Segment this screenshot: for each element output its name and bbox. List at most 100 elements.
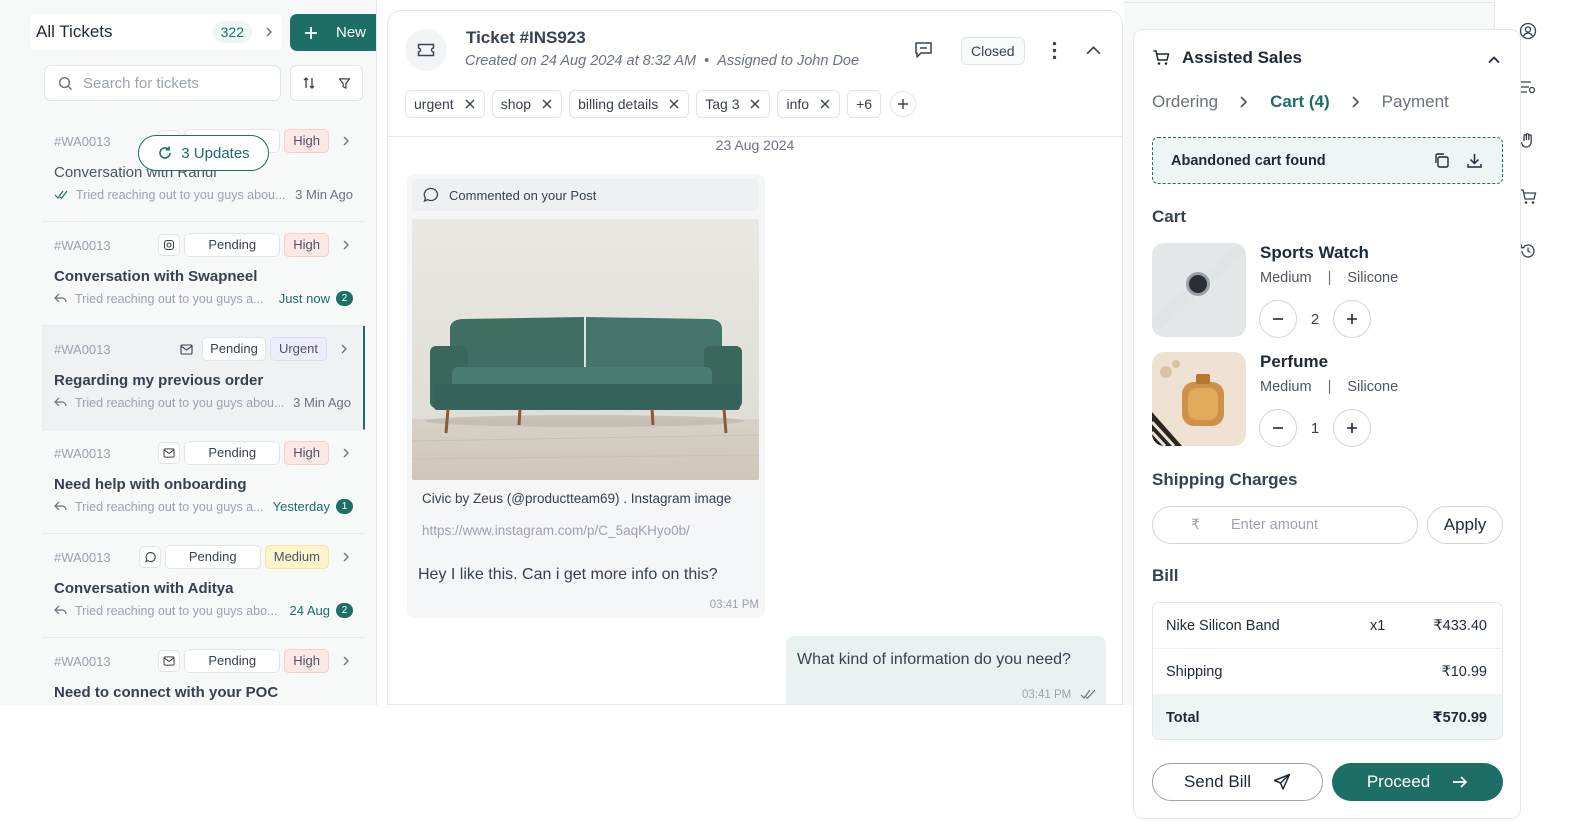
decrement-button[interactable]	[1259, 300, 1297, 338]
copy-icon[interactable]	[1433, 152, 1450, 169]
cart-icon[interactable]	[1519, 188, 1537, 206]
post-image[interactable]	[412, 219, 759, 480]
ticket-time: 24 Aug	[289, 603, 331, 618]
ticket-item[interactable]: #WA0013 Pending High Conversation with S…	[42, 222, 365, 326]
close-icon[interactable]	[464, 98, 476, 110]
priority-chip: High	[284, 649, 329, 673]
step-payment[interactable]: Payment	[1382, 92, 1449, 112]
history-icon[interactable]	[1519, 242, 1537, 260]
proceed-button[interactable]: Proceed	[1332, 763, 1503, 801]
minus-icon	[1273, 318, 1283, 320]
apply-button[interactable]: Apply	[1427, 506, 1503, 544]
ticket-id: #WA0013	[54, 445, 111, 461]
priority-chip: Medium	[264, 545, 329, 569]
status-dropdown[interactable]: Closed	[961, 37, 1025, 65]
outgoing-message: What kind of information do you need? 03…	[786, 636, 1106, 704]
updates-pill[interactable]: 3 Updates	[138, 135, 269, 171]
shipping-charges-label: Shipping Charges	[1152, 470, 1298, 489]
unread-badge: 2	[336, 291, 353, 306]
chevron-right-icon[interactable]	[337, 342, 351, 356]
step-cart[interactable]: Cart (4)	[1270, 92, 1330, 112]
tag-chip[interactable]: info	[777, 90, 841, 118]
ticket-item[interactable]: #WA0013 Pending High Need to connect wit…	[42, 638, 365, 705]
minus-icon	[1273, 427, 1283, 429]
close-icon[interactable]	[749, 98, 761, 110]
mail-icon	[158, 650, 181, 672]
double-check-icon	[54, 190, 68, 199]
tag-label: Tag 3	[705, 96, 740, 112]
app-root: All Tickets 322 New 3 Updates #WA0013	[0, 0, 1572, 821]
mail-icon	[158, 442, 181, 464]
ticket-icon	[405, 29, 447, 71]
post-caption: Civic by Zeus (@productteam69) . Instagr…	[422, 491, 732, 506]
close-icon[interactable]	[819, 98, 831, 110]
checkout-steps: Ordering Cart (4) Payment	[1152, 92, 1449, 112]
item-name: Sports Watch	[1260, 243, 1369, 262]
chevron-right-icon[interactable]	[339, 550, 353, 564]
new-ticket-button[interactable]: New	[290, 14, 376, 51]
ticket-time: Yesterday	[272, 499, 330, 514]
chevron-up-icon[interactable]	[1085, 42, 1102, 59]
send-bill-button[interactable]: Send Bill	[1152, 763, 1323, 801]
search-icon	[58, 76, 73, 90]
sort-button[interactable]	[290, 65, 327, 101]
download-icon[interactable]	[1466, 152, 1483, 169]
chevron-right-icon[interactable]	[339, 134, 353, 148]
chevron-right-icon[interactable]	[339, 446, 353, 460]
step-ordering[interactable]: Ordering	[1152, 92, 1218, 112]
updates-label: 3 Updates	[181, 144, 250, 162]
shipping-amount-field[interactable]: ₹	[1152, 506, 1418, 544]
reply-icon	[54, 293, 67, 303]
ticket-item[interactable]: #WA0013 Pending High Need help with onbo…	[42, 430, 365, 534]
ticket-item[interactable]: #WA0013 Pending Urgent Regarding my prev…	[42, 326, 365, 430]
tag-chip[interactable]: Tag 3	[696, 90, 771, 118]
increment-button[interactable]	[1333, 409, 1371, 447]
all-tickets-header[interactable]: All Tickets 322	[30, 14, 282, 50]
increment-button[interactable]	[1333, 300, 1371, 338]
close-icon[interactable]	[668, 98, 680, 110]
ticket-search[interactable]	[44, 65, 281, 101]
assisted-sales-title: Assisted Sales	[1182, 48, 1303, 67]
chevron-up-icon[interactable]	[1486, 52, 1502, 68]
bill-total-amount: ₹570.99	[1432, 710, 1487, 726]
ticket-id: #WA0013	[54, 549, 111, 565]
list-settings-icon[interactable]	[1519, 78, 1537, 96]
comment-icon[interactable]	[914, 41, 933, 59]
arrow-right-icon	[1453, 776, 1468, 788]
post-link[interactable]: https://www.instagram.com/p/C_5aqKHyo0b/	[422, 523, 690, 538]
chevron-right-icon[interactable]	[339, 238, 353, 252]
tag-label: info	[786, 96, 810, 112]
tag-chip[interactable]: billing details	[569, 90, 690, 118]
ticket-item[interactable]: #WA0013 Pending Medium Conversation with…	[42, 534, 365, 638]
close-icon[interactable]	[541, 98, 553, 110]
item-size: Medium	[1260, 379, 1312, 395]
chevron-right-icon[interactable]	[339, 654, 353, 668]
filter-button[interactable]	[326, 65, 363, 101]
tag-chip[interactable]: shop	[491, 90, 563, 118]
item-variant: Medium | Silicone	[1260, 379, 1399, 395]
hand-icon[interactable]	[1519, 132, 1537, 150]
more-options-icon[interactable]	[1045, 41, 1064, 60]
bill-table: Nike Silicon Band x1 ₹433.40 Shipping ₹1…	[1152, 602, 1503, 740]
ticket-list: #WA0013 Pending High Conversation with R…	[42, 118, 365, 705]
outgoing-message-time: 03:41 PM	[1022, 689, 1072, 701]
more-tags-chip[interactable]: +6	[847, 90, 882, 118]
filter-icon	[338, 77, 350, 89]
cart-icon	[1153, 50, 1170, 65]
bill-total-row: Total ₹570.99	[1153, 695, 1502, 739]
amount-input[interactable]	[1231, 517, 1411, 533]
priority-chip: High	[284, 441, 329, 465]
user-circle-icon[interactable]	[1519, 22, 1537, 40]
ticket-preview: Tried reaching out to you guys abou...	[75, 395, 285, 410]
outgoing-message-text: What kind of information do you need?	[797, 651, 1071, 668]
ticket-assignee: Assigned to John Doe	[717, 53, 860, 69]
search-input[interactable]	[83, 74, 263, 92]
bill-row: Shipping ₹10.99	[1153, 649, 1502, 695]
incoming-message-time: 03:41 PM	[709, 599, 759, 611]
add-tag-button[interactable]	[890, 91, 917, 117]
decrement-button[interactable]	[1259, 409, 1297, 447]
item-name: Perfume	[1260, 352, 1329, 371]
plus-icon	[1347, 423, 1357, 433]
tag-chip[interactable]: urgent	[405, 90, 485, 118]
incoming-post-message: Commented on your Post Civic by Zeus (@p…	[407, 174, 765, 618]
